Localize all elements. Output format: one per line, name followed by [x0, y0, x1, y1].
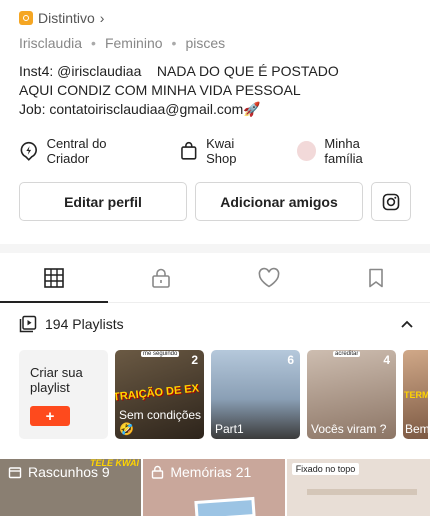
playlist-caption: Vocês viram ?: [311, 422, 387, 436]
profile-tabs: [0, 253, 430, 303]
playlists-row: Criar sua playlist + me seguindo 2 TRAIÇ…: [19, 350, 428, 439]
lightning-pin-icon: [20, 141, 37, 161]
heart-icon: [258, 267, 280, 287]
memories-label-group: Memórias 21: [151, 464, 251, 480]
instagram-button[interactable]: [371, 182, 411, 221]
bio-line: Job: contatoirisclaudiaa@gmail.com🚀: [19, 101, 261, 117]
drafts-tile[interactable]: Rascunhos 9 TELE KWAI: [0, 458, 142, 516]
kwai-shop-label: Kwai Shop: [206, 136, 237, 166]
profile-meta: Irisclaudia • Feminino • pisces: [19, 35, 225, 51]
memories-label: Memórias 21: [170, 464, 252, 480]
tab-posts[interactable]: [0, 253, 108, 303]
bookmark-icon: [369, 268, 384, 287]
bio-line: Inst4: @irisclaudiaa NADA DO QUE É POSTA…: [19, 63, 339, 79]
creator-center-link[interactable]: Central do Criador: [19, 136, 150, 166]
zodiac-sign: pisces: [185, 35, 226, 51]
tile-overlay-text: TELE KWAI: [90, 458, 139, 468]
quick-links: Central do Criador Kwai Shop Minha famíl…: [19, 136, 430, 166]
tab-saved[interactable]: [323, 253, 430, 302]
drafts-icon: [8, 467, 22, 479]
family-link[interactable]: Minha família: [296, 136, 400, 166]
section-divider: [0, 244, 430, 253]
playlist-card[interactable]: 6 Part1: [211, 350, 300, 439]
playlists-count: 194 Playlists: [45, 316, 124, 332]
playlist-count: 6: [287, 353, 294, 367]
edit-profile-button[interactable]: Editar perfil: [19, 182, 187, 221]
playlist-icon: [19, 315, 37, 333]
create-playlist-label: Criar sua playlist: [30, 365, 83, 395]
playlist-count: 2: [191, 353, 198, 367]
playlist-overlay-text: TRAIÇÃO DE EX: [115, 382, 200, 404]
playlist-card-partial[interactable]: TERM Bem vi: [403, 350, 428, 439]
playlist-card[interactable]: me seguindo 2 TRAIÇÃO DE EX Sem condiçõe…: [115, 350, 204, 439]
family-avatar: [296, 141, 317, 161]
playlist-caption: Sem condições 🤣: [119, 408, 202, 436]
tab-liked[interactable]: [215, 253, 323, 302]
playlist-overlay-text: TERM: [404, 390, 428, 400]
profile-bio: Inst4: @irisclaudiaa NADA DO QUE É POSTA…: [19, 62, 339, 119]
lock-icon: [152, 465, 164, 479]
badge-label: Distintivo: [38, 10, 95, 26]
tab-private[interactable]: [108, 253, 216, 302]
lock-icon: [152, 268, 171, 288]
username: Irisclaudia: [19, 35, 83, 51]
playlist-card[interactable]: acreditar 4 Vocês viram ?: [307, 350, 396, 439]
pinned-badge: Fixado no topo: [291, 463, 360, 475]
badge-link[interactable]: Distintivo ›: [19, 10, 104, 26]
playlist-caption: Bem vi: [405, 422, 428, 436]
playlist-count: 4: [383, 353, 390, 367]
add-friends-button[interactable]: Adicionar amigos: [195, 182, 363, 221]
playlist-tag: acreditar: [333, 351, 361, 357]
gender: Feminino: [104, 35, 163, 51]
separator-dot: •: [171, 35, 177, 51]
playlists-header[interactable]: 194 Playlists: [19, 315, 414, 333]
memories-tile[interactable]: Memórias 21: [143, 459, 285, 516]
create-playlist-card[interactable]: Criar sua playlist +: [19, 350, 108, 439]
memories-thumbnail: [194, 496, 256, 516]
instagram-icon: [382, 193, 400, 210]
creator-center-label: Central do Criador: [46, 136, 107, 166]
family-label: Minha família: [324, 136, 363, 166]
pinned-post-tile[interactable]: Fixado no topo: [286, 459, 430, 516]
shopping-bag-icon: [181, 141, 197, 160]
tile-decor: [306, 489, 417, 495]
create-playlist-button[interactable]: +: [30, 406, 70, 426]
playlist-caption: Part1: [215, 422, 244, 436]
bio-line: AQUI CONDIZ COM MINHA VIDA PESSOAL: [19, 82, 301, 98]
chevron-up-icon[interactable]: [400, 316, 414, 332]
chevron-right-icon: ›: [99, 10, 105, 26]
badge-icon: [19, 11, 33, 25]
playlist-tag: me seguindo: [141, 351, 180, 357]
grid-icon: [43, 267, 64, 288]
posts-grid: Rascunhos 9 TELE KWAI Memórias 21 Fixado…: [0, 459, 430, 516]
kwai-shop-link[interactable]: Kwai Shop: [180, 136, 266, 166]
separator-dot: •: [91, 35, 96, 51]
